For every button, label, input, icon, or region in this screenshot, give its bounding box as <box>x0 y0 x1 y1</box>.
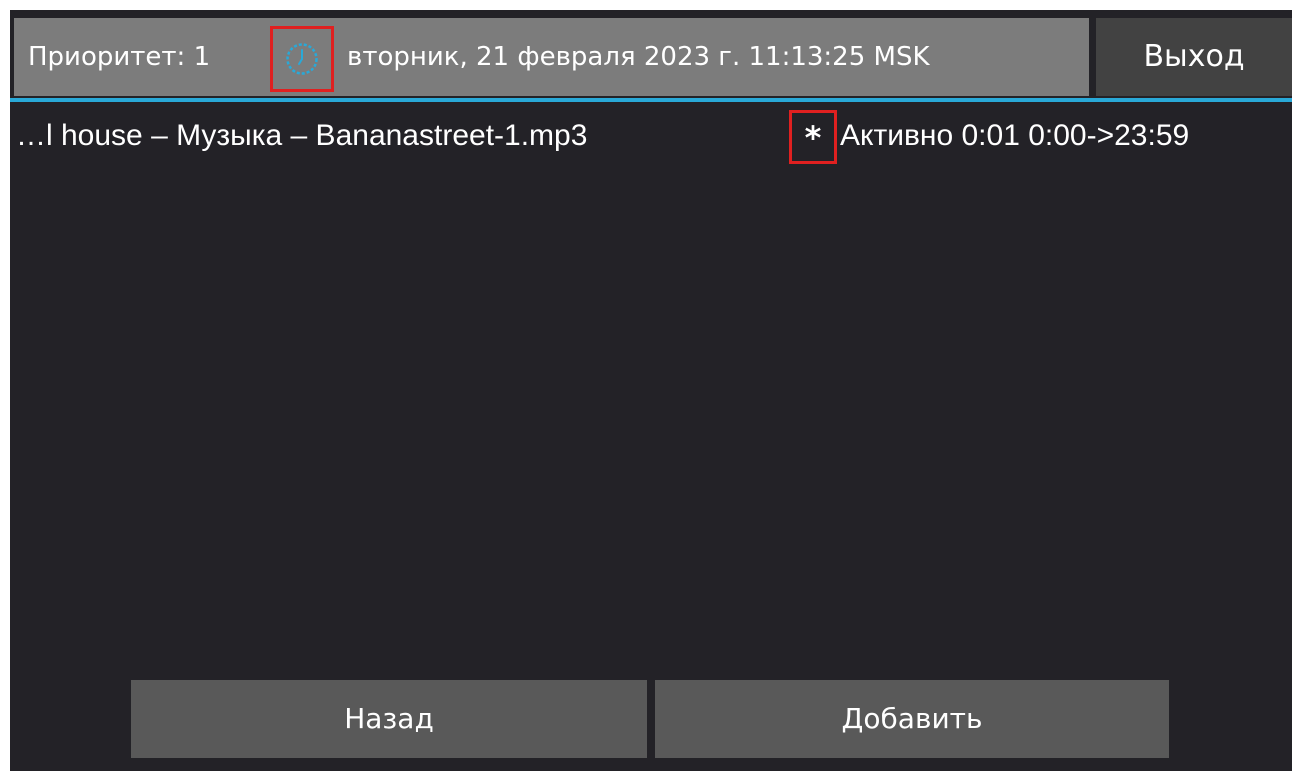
clock-icon[interactable] <box>285 42 319 76</box>
track-name: …l house – Музыка – Bananastreet-1.mp3 <box>16 119 588 152</box>
datetime-label: вторник, 21 февраля 2023 г. 11:13:25 MSK <box>347 42 930 72</box>
clock-highlight-box <box>270 26 334 92</box>
screen: Приоритет: 1 вторник, 21 февраля 2023 г.… <box>0 0 1292 771</box>
asterisk-marker[interactable]: * <box>792 111 834 165</box>
track-status: Активно 0:01 0:00->23:59 <box>840 119 1190 152</box>
add-button[interactable]: Добавить <box>655 680 1169 758</box>
status-bar: Приоритет: 1 вторник, 21 февраля 2023 г.… <box>14 18 1089 96</box>
header-divider <box>10 98 1292 102</box>
back-button[interactable]: Назад <box>131 680 647 758</box>
priority-label: Приоритет: 1 <box>28 42 211 72</box>
main-panel: Приоритет: 1 вторник, 21 февраля 2023 г.… <box>10 10 1292 771</box>
exit-button[interactable]: Выход <box>1096 18 1292 96</box>
list-item[interactable]: …l house – Музыка – Bananastreet-1.mp3 *… <box>10 106 1292 166</box>
marker-highlight-box: * <box>789 110 837 164</box>
